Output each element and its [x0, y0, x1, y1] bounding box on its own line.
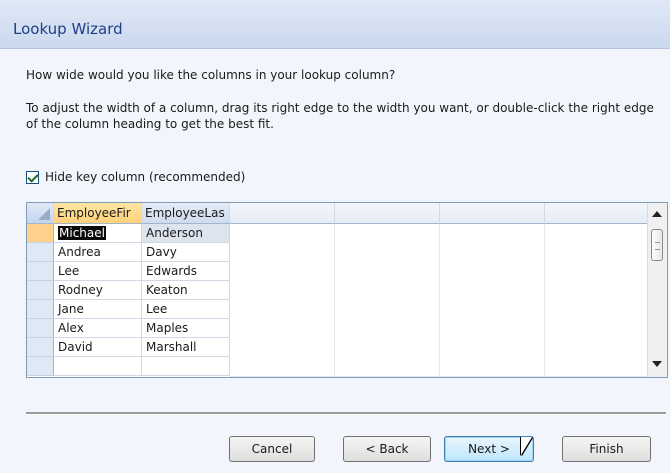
scroll-down-icon[interactable] [652, 361, 662, 367]
row-selector[interactable] [27, 300, 54, 319]
cell-last-name[interactable]: Maples [142, 319, 230, 338]
hide-key-label: Hide key column (recommended) [45, 170, 246, 184]
cell-first-name [54, 357, 142, 376]
cell-first-name[interactable]: Alex [54, 319, 142, 338]
cell-last-name[interactable]: Davy [142, 243, 230, 262]
hide-key-column-option[interactable]: Hide key column (recommended) [26, 168, 245, 186]
row-selector [27, 357, 54, 376]
cell-first-name[interactable]: Andrea [54, 243, 142, 262]
scroll-up-icon[interactable] [652, 211, 662, 217]
cell-first-name[interactable]: Michael [54, 224, 142, 243]
empty-header [230, 203, 335, 224]
row-selector[interactable] [27, 281, 54, 300]
back-button[interactable]: < Back [343, 436, 431, 462]
column-width-grid[interactable]: EmployeeFir EmployeeLas Michael Anderson… [26, 202, 668, 378]
cell-first-name[interactable]: Rodney [54, 281, 142, 300]
row-selector[interactable] [27, 224, 54, 243]
empty-column [440, 224, 545, 377]
vertical-scrollbar[interactable] [647, 203, 667, 377]
column-header-employee-last[interactable]: EmployeeLas [142, 203, 230, 224]
grid-area: EmployeeFir EmployeeLas Michael Anderson… [27, 203, 649, 377]
empty-column [545, 224, 649, 377]
cell-last-name[interactable]: Marshall [142, 338, 230, 357]
cell-last-name[interactable]: Edwards [142, 262, 230, 281]
cell-last-name[interactable]: Lee [142, 300, 230, 319]
empty-header [335, 203, 440, 224]
instructions-text: To adjust the width of a column, drag it… [26, 101, 654, 131]
cell-first-name[interactable]: Jane [54, 300, 142, 319]
cell-first-name[interactable]: Lee [54, 262, 142, 281]
row-selector[interactable] [27, 319, 54, 338]
cell-last-name[interactable]: Keaton [142, 281, 230, 300]
empty-column [335, 224, 440, 377]
empty-header [440, 203, 545, 224]
empty-header [545, 203, 649, 224]
scroll-thumb[interactable] [651, 229, 663, 261]
column-header-employee-first[interactable]: EmployeeFir [54, 203, 142, 224]
empty-column [230, 224, 335, 377]
button-separator [26, 412, 666, 415]
cell-first-name-text: Michael [58, 226, 106, 240]
cell-first-name[interactable]: David [54, 338, 142, 357]
cancel-button[interactable]: Cancel [229, 436, 315, 462]
title-bar: Lookup Wizard [0, 0, 670, 49]
finish-button[interactable]: Finish [562, 436, 651, 462]
select-all-corner[interactable] [27, 203, 54, 224]
hide-key-checkbox[interactable] [26, 170, 39, 184]
window-title: Lookup Wizard [13, 20, 123, 38]
cell-last-name[interactable]: Anderson [142, 224, 230, 243]
cell-last-name [142, 357, 230, 376]
row-selector[interactable] [27, 262, 54, 281]
question-text: How wide would you like the columns in y… [26, 68, 396, 82]
row-selector[interactable] [27, 338, 54, 357]
row-selector[interactable] [27, 243, 54, 262]
mouse-pointer-icon [521, 437, 532, 455]
